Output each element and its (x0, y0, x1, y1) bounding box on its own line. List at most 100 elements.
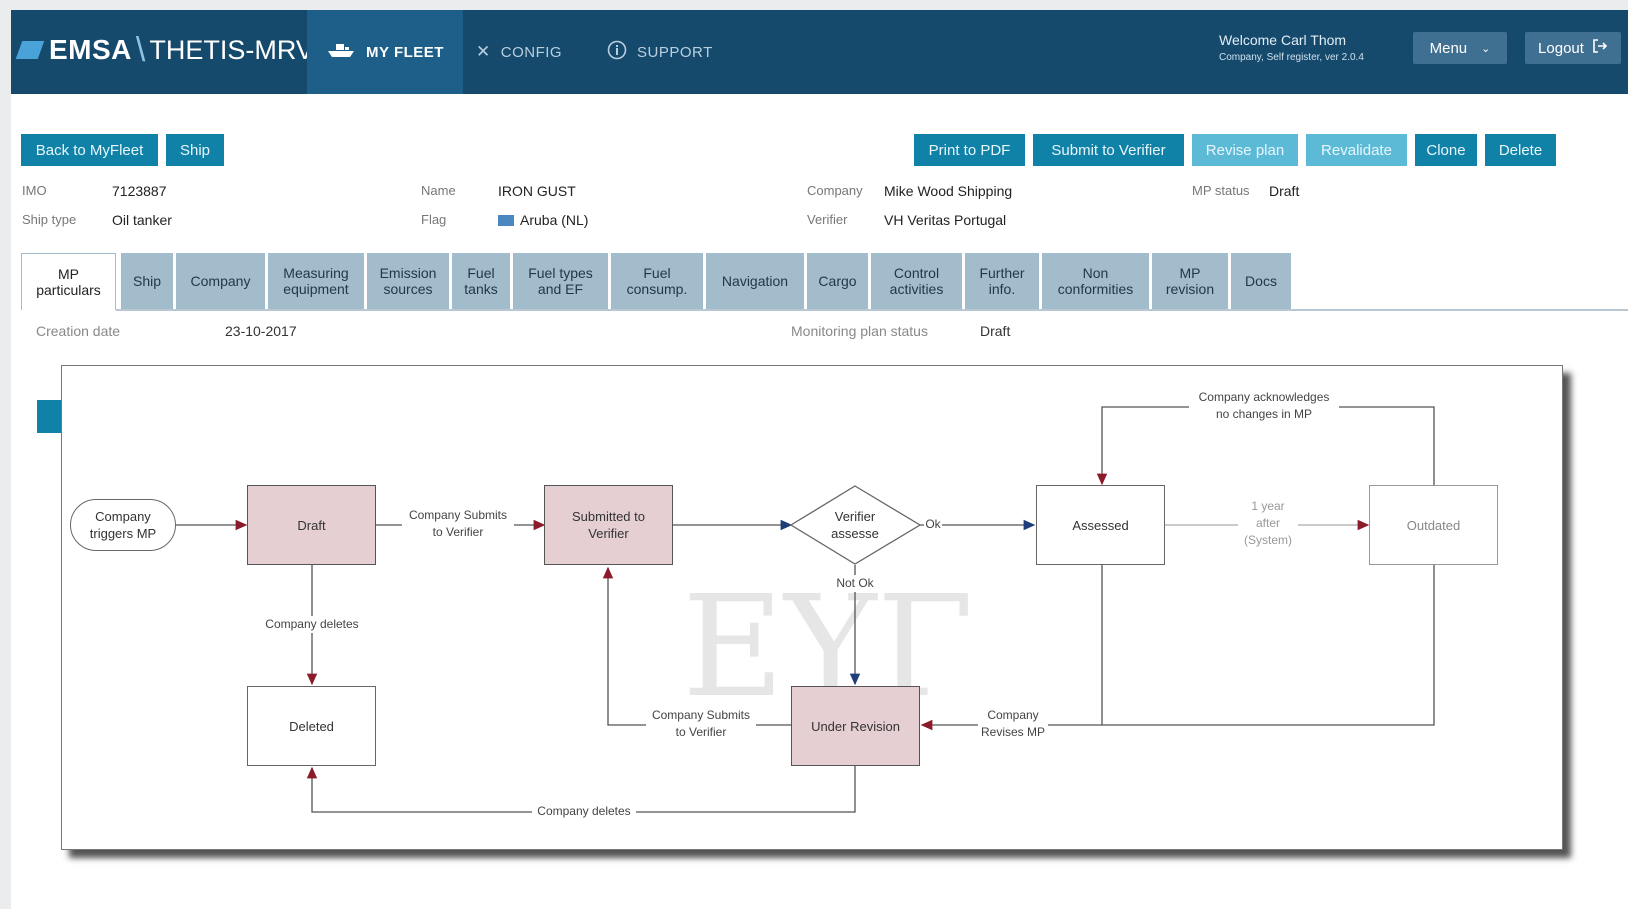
name-label: Name (421, 183, 456, 198)
submitted-node: Submitted to Verifier (544, 485, 673, 565)
nav-config[interactable]: ✕ CONFIG (476, 10, 562, 94)
draft-node: Draft (247, 485, 376, 565)
tab-non-conformities[interactable]: Non conformities (1042, 253, 1149, 309)
tab-label: MP (1179, 265, 1201, 281)
emsa-logo-icon (15, 41, 45, 59)
tab-label: Further (979, 265, 1025, 281)
tab-label: tanks (464, 281, 498, 297)
tab-bar: MP particulars Ship Company Measuring equi… (21, 253, 1628, 311)
tab-label: Fuel (643, 265, 671, 281)
tab-ship[interactable]: Ship (121, 253, 173, 309)
submit-to-verifier-button[interactable]: Submit to Verifier (1033, 134, 1184, 166)
verifier-label: Verifier (807, 212, 848, 227)
creation-date-value: 23-10-2017 (225, 323, 297, 339)
ship-type-value: Oil tanker (112, 212, 172, 228)
back-to-myfleet-button[interactable]: Back to MyFleet (21, 134, 158, 166)
tab-label: Cargo (818, 273, 857, 289)
tab-cargo[interactable]: Cargo (807, 253, 868, 309)
flag-field: Aruba (NL) (498, 212, 588, 228)
diagram-connectors (175, 406, 1435, 813)
edge-label-one-year: 1 year after (System) (1238, 498, 1298, 549)
logout-button-label: Logout (1538, 39, 1584, 57)
menu-button[interactable]: Menu ⌄ (1413, 32, 1507, 64)
tools-icon: ✕ (476, 42, 491, 61)
tab-mp-particulars[interactable]: MP particulars (21, 253, 116, 311)
delete-button[interactable]: Delete (1485, 134, 1556, 166)
name-value: IRON GUST (498, 183, 576, 199)
tab-label: Docs (1245, 273, 1277, 289)
under-revision-node: Under Revision (791, 686, 920, 766)
nav-support[interactable]: SUPPORT (607, 10, 713, 94)
tab-label: Navigation (721, 273, 789, 289)
ship-button[interactable]: Ship (166, 134, 224, 166)
edge-label-text: (System) (1244, 533, 1292, 547)
tab-mp-revision[interactable]: MP revision (1152, 253, 1228, 309)
tab-label: info. (988, 281, 1016, 297)
flag-icon (498, 215, 514, 226)
tab-emission-sources[interactable]: Emission sources (367, 253, 449, 309)
tab-fuel-tanks[interactable]: Fuel tanks (452, 253, 510, 309)
tab-navigation[interactable]: Navigation (706, 253, 804, 309)
node-label: Draft (297, 517, 326, 533)
tab-label: Emission (379, 265, 437, 281)
monitoring-plan-status-value: Draft (980, 323, 1011, 339)
edge-label-deletes: Company deletes (258, 616, 366, 633)
tab-company[interactable]: Company (176, 253, 265, 309)
edge-label-acknowledges: Company acknowledges no changes in MP (1189, 389, 1339, 423)
tab-label: activities (889, 281, 944, 297)
menu-button-label: Menu (1429, 39, 1468, 57)
deleted-node: Deleted (247, 686, 376, 766)
edge-label-submit: Company Submits to Verifier (402, 507, 514, 541)
logo[interactable]: EMSA \ THETIS-MRV (15, 28, 314, 72)
tab-label: and EF (537, 281, 584, 297)
print-to-pdf-button[interactable]: Print to PDF (914, 134, 1025, 166)
ship-type-label: Ship type (22, 212, 77, 227)
tab-label: Control (893, 265, 940, 281)
mp-status-value: Draft (1269, 183, 1300, 199)
node-label: triggers MP (89, 526, 157, 541)
user-welcome: Welcome Carl Thom Company, Self register… (1219, 32, 1364, 63)
logout-button[interactable]: Logout (1525, 32, 1621, 64)
user-detail: Company, Self register, ver 2.0.4 (1219, 52, 1364, 63)
edge-label-text: Company Submits (408, 508, 508, 522)
tab-label: revision (1165, 281, 1215, 297)
collapsed-panel-handle[interactable] (37, 400, 63, 433)
tab-measuring-equipment[interactable]: Measuring equipment (268, 253, 364, 309)
tab-label: Company (190, 273, 251, 289)
edge-label-text: no changes in MP (1215, 407, 1313, 421)
tab-control-activities[interactable]: Control activities (871, 253, 962, 309)
creation-date-label: Creation date (36, 323, 121, 339)
edge-label-text: to Verifier (432, 525, 484, 539)
edge-label-ok: Ok (924, 516, 942, 533)
tab-label: Fuel (467, 265, 495, 281)
revise-plan-button[interactable]: Revise plan (1192, 134, 1298, 166)
edge-label-text: 1 year (1251, 499, 1285, 513)
node-label: Deleted (289, 718, 334, 734)
edge-label-text: Company (987, 708, 1039, 722)
tab-label: MP (58, 265, 79, 282)
tab-label: Ship (132, 273, 162, 289)
nav-my-fleet[interactable]: MY FLEET (307, 10, 463, 94)
verifier-node: Verifier assesse (811, 505, 899, 545)
tab-further-info[interactable]: Further info. (965, 253, 1039, 309)
nav-support-label: SUPPORT (637, 43, 713, 61)
tab-fuel-consumption[interactable]: Fuel consump. (611, 253, 703, 309)
revalidate-button[interactable]: Revalidate (1306, 134, 1407, 166)
node-label: Outdated (1406, 517, 1461, 533)
tab-fuel-types[interactable]: Fuel types and EF (513, 253, 608, 309)
product-name: THETIS-MRV (149, 34, 314, 65)
edge-label-text: to Verifier (675, 725, 727, 739)
node-label: Assessed (1072, 517, 1129, 533)
tab-label: particulars (36, 281, 101, 298)
company-value: Mike Wood Shipping (884, 183, 1013, 199)
tab-label: Non (1082, 265, 1109, 281)
node-label: Company (95, 509, 151, 524)
monitoring-plan-status-label: Monitoring plan status (791, 323, 928, 339)
clone-button[interactable]: Clone (1415, 134, 1477, 166)
company-label: Company (807, 183, 863, 198)
tab-docs[interactable]: Docs (1231, 253, 1291, 309)
edge-label-resubmit: Company Submits to Verifier (646, 707, 756, 741)
nav-my-fleet-label: MY FLEET (366, 43, 444, 61)
node-label: assesse (831, 526, 879, 541)
edge-label-text: Revises MP (980, 725, 1045, 739)
